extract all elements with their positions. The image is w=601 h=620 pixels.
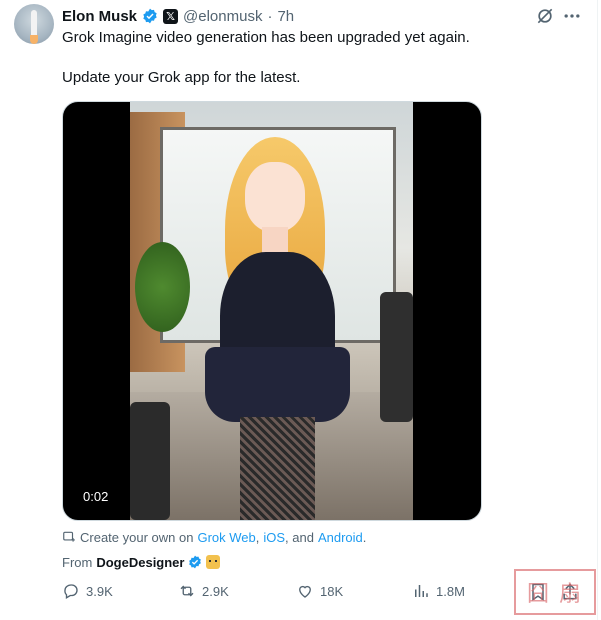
video-player[interactable]: 0:02 [62, 101, 482, 521]
video-frame [130, 102, 413, 520]
android-link[interactable]: Android [318, 530, 363, 545]
like-button[interactable]: 18K [296, 582, 343, 600]
x-badge-icon: 𝕏 [163, 8, 179, 24]
reply-button[interactable]: 3.9K [62, 582, 113, 600]
flame-shape [30, 35, 38, 44]
rocket-shape [31, 10, 37, 36]
timeline-border [597, 0, 598, 620]
character-legs [240, 417, 315, 520]
post-time[interactable]: 7h [277, 8, 294, 25]
more-icon[interactable] [562, 6, 582, 26]
views-count: 1.8M [436, 583, 465, 599]
video-duration: 0:02 [83, 489, 109, 504]
verified-icon [143, 8, 157, 24]
views-icon [415, 585, 428, 597]
tweet-line-2: Update your Grok app for the latest. [62, 69, 301, 86]
repost-count: 2.9K [202, 583, 229, 599]
grok-web-link[interactable]: Grok Web [197, 530, 255, 545]
watermark-stamp: 囧 扇 [514, 569, 596, 615]
chair-left [130, 402, 170, 520]
repost-icon [180, 585, 194, 597]
doge-avatar-icon [206, 555, 221, 569]
character-skirt [205, 347, 350, 422]
author-handle[interactable]: @elonmusk [183, 8, 262, 25]
create-and: , and [285, 529, 314, 545]
from-line: From DogeDesigner [62, 553, 221, 571]
plant [135, 242, 190, 332]
character-face [245, 162, 305, 232]
repost-button[interactable]: 2.9K [178, 582, 229, 600]
create-prefix: Create your own on [80, 529, 194, 545]
verified-icon [189, 555, 202, 569]
separator-dot: · [267, 7, 273, 25]
author-name[interactable]: Elon Musk [62, 8, 137, 25]
action-bar: 3.9K 2.9K 18K 1.8M [62, 582, 582, 604]
tweet-header: Elon Musk 𝕏 @elonmusk · 7h [62, 6, 294, 26]
create-icon [63, 531, 75, 542]
create-comma: , [255, 529, 260, 545]
grok-icon[interactable] [535, 6, 555, 26]
reply-icon [64, 584, 78, 599]
tweet-line-1: Grok Imagine video generation has been u… [62, 29, 470, 46]
reply-count: 3.9K [86, 583, 113, 599]
create-own-line: Create your own on Grok Web, iOS, and An… [62, 528, 366, 546]
avatar[interactable] [14, 4, 54, 44]
ios-link[interactable]: iOS [263, 530, 285, 545]
chair-right [380, 292, 413, 422]
views-button[interactable]: 1.8M [412, 582, 465, 600]
from-source[interactable]: DogeDesigner [96, 555, 184, 570]
from-label: From [62, 554, 93, 570]
like-icon [299, 585, 311, 598]
tweet-text: Grok Imagine video generation has been u… [62, 28, 582, 88]
create-period: . [362, 529, 367, 545]
like-count: 18K [320, 583, 344, 599]
